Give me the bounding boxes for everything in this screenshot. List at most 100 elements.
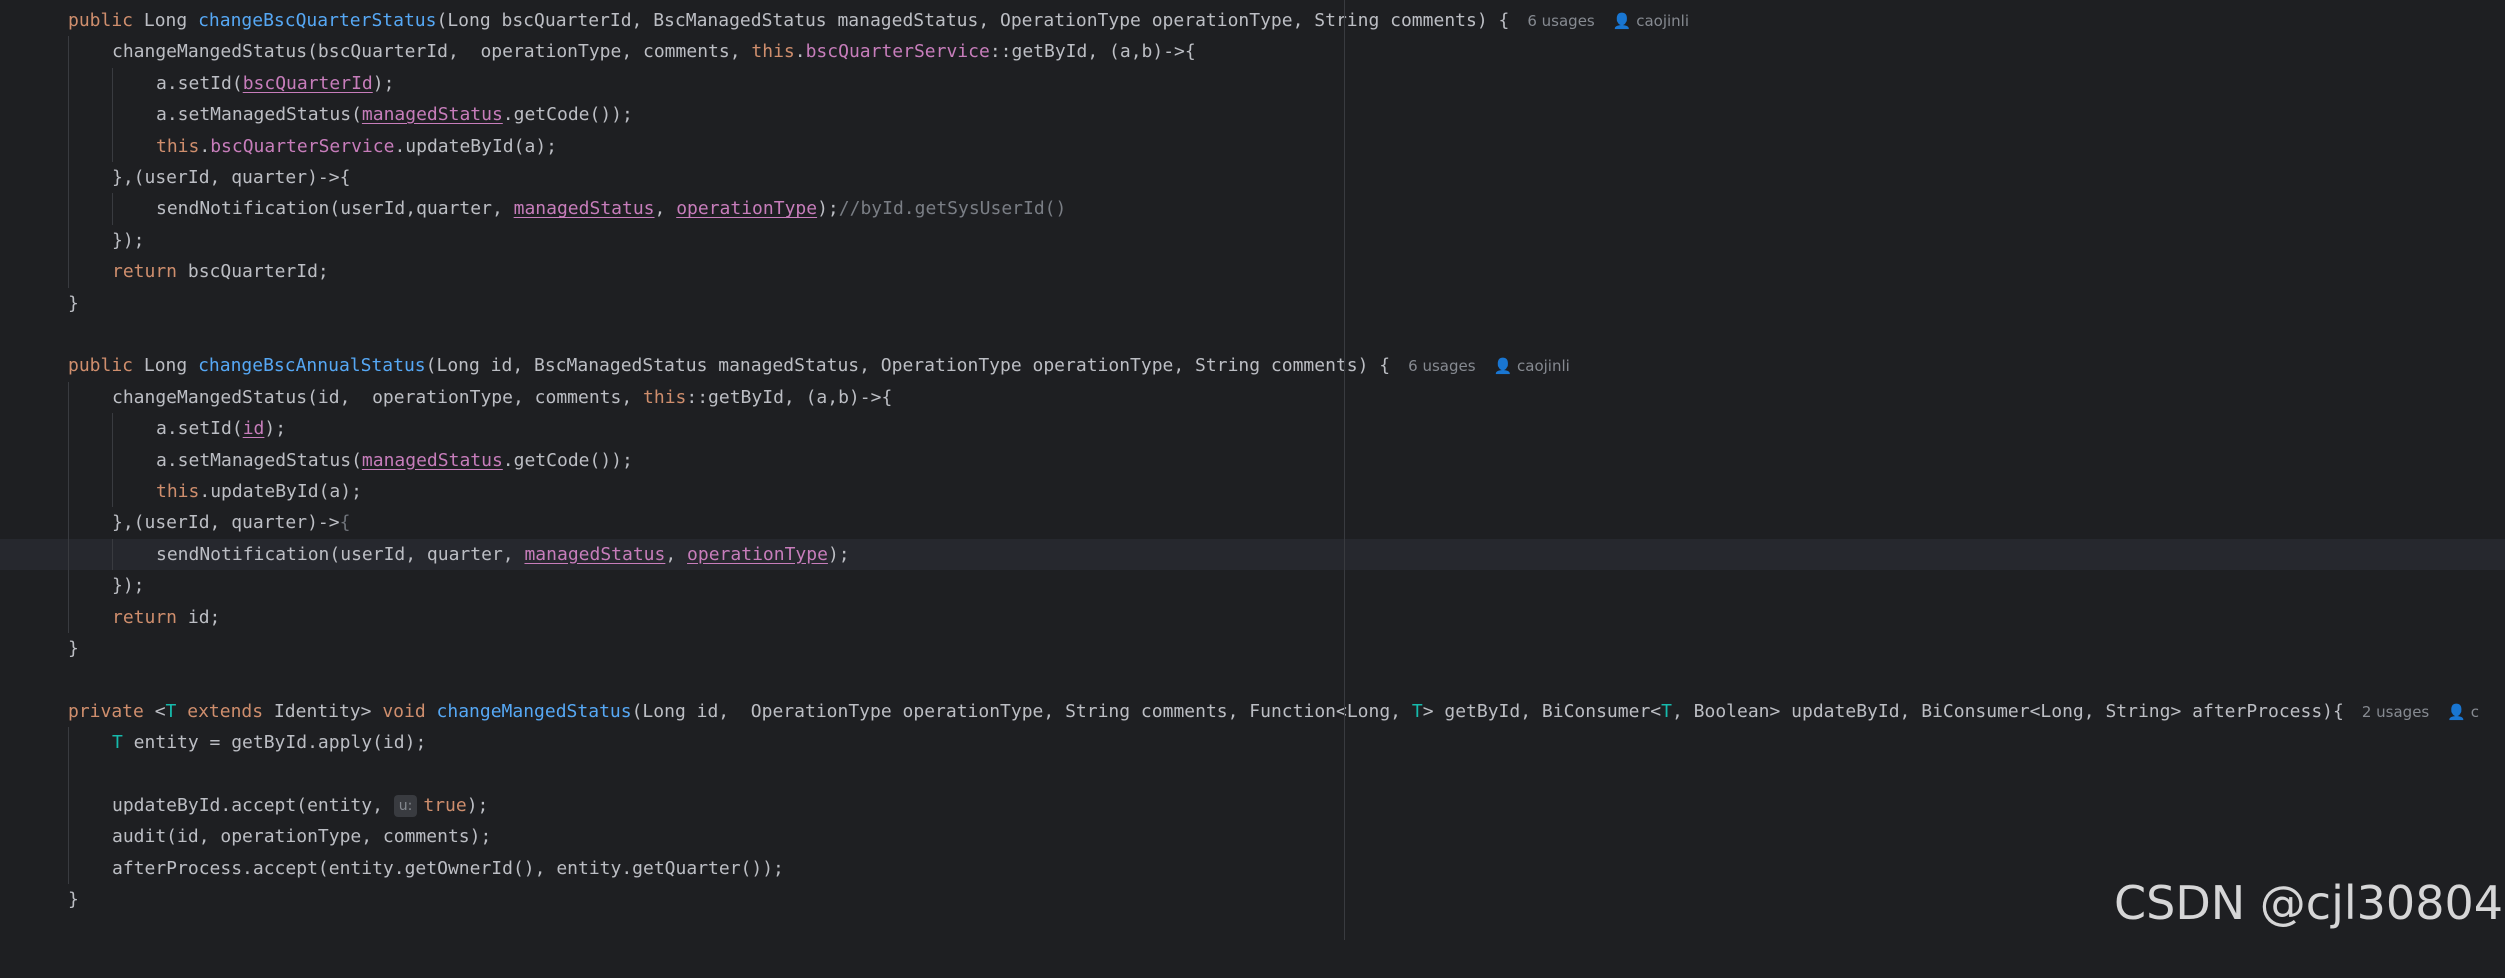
code-text: (Long id, OperationType operationType, S… xyxy=(631,700,1412,722)
code-text: (Long bscQuarterId, BscManagedStatus man… xyxy=(436,10,1510,31)
code-text: ); xyxy=(466,795,489,816)
indent-guide xyxy=(68,727,69,759)
param-ref: bscQuarterId xyxy=(242,72,373,94)
code-editor[interactable]: public Long changeBscQuarterStatus(Long … xyxy=(0,0,2505,940)
indent-guide xyxy=(112,444,113,476)
method-name: changeBscQuarterStatus xyxy=(198,10,437,31)
indent-guide xyxy=(112,538,113,571)
author-hint[interactable]: c xyxy=(2471,703,2479,721)
indent-guide xyxy=(68,67,69,100)
keyword: private xyxy=(68,700,144,722)
code-line[interactable]: a.setId(bscQuarterId); xyxy=(0,67,2505,100)
param-ref: managedStatus xyxy=(361,449,503,471)
code-line[interactable]: return bscQuarterId; xyxy=(0,256,2505,288)
code-text: id; xyxy=(177,606,221,628)
code-text: a.setManagedStatus( xyxy=(156,104,362,126)
usages-hint[interactable]: 6 usages 👤 caojinli xyxy=(1408,357,1570,375)
indent-guide xyxy=(112,476,113,508)
code-text: }); xyxy=(112,575,145,597)
code-text: a.setId( xyxy=(156,72,243,94)
indent-guide xyxy=(112,67,113,100)
code-text: , Boolean> updateById, BiConsumer<Long, … xyxy=(1671,700,2344,722)
code-line[interactable]: changeMangedStatus(bscQuarterId, operati… xyxy=(0,36,2505,68)
code-line[interactable]: },(userId, quarter)->{ xyxy=(0,507,2505,539)
code-text: changeMangedStatus(bscQuarterId, operati… xyxy=(112,41,752,63)
code-line[interactable]: this.updateById(a); xyxy=(0,476,2505,508)
keyword: extends xyxy=(187,700,264,722)
author-hint[interactable]: caojinli xyxy=(1636,12,1689,30)
param-ref: managedStatus xyxy=(524,543,666,565)
person-icon: 👤 xyxy=(1493,357,1513,376)
code-line[interactable]: },(userId, quarter)->{ xyxy=(0,162,2505,194)
usages-hint[interactable]: 2 usages 👤 c xyxy=(2362,703,2479,721)
type-param: T xyxy=(112,732,123,754)
code-line[interactable]: }); xyxy=(0,224,2505,257)
keyword: void xyxy=(382,700,426,722)
code-line[interactable]: private <T extends Identity> void change… xyxy=(0,696,2505,727)
param-ref: managedStatus xyxy=(361,104,503,126)
indent-guide xyxy=(68,413,69,445)
type-param: T xyxy=(1411,700,1423,722)
code-line[interactable]: public Long changeBscQuarterStatus(Long … xyxy=(0,5,2505,36)
keyword: public xyxy=(68,355,134,377)
code-text: },(userId, quarter)-> xyxy=(112,512,340,534)
code-text: ); xyxy=(372,72,395,94)
code-line[interactable]: this.bscQuarterService.updateById(a); xyxy=(0,130,2505,162)
parameter-hint: u: xyxy=(393,795,418,817)
code-text: } xyxy=(68,638,79,659)
person-icon: 👤 xyxy=(2447,702,2466,721)
code-text: .getCode()); xyxy=(502,449,633,471)
code-line[interactable]: public Long changeBscAnnualStatus(Long i… xyxy=(0,350,2505,381)
code-line-current[interactable]: sendNotification(userId, quarter, manage… xyxy=(0,538,2505,571)
code-text: . xyxy=(199,135,211,157)
indent-guide xyxy=(68,570,69,602)
code-text: { xyxy=(339,512,351,534)
param-ref: operationType xyxy=(687,543,828,565)
code-text: Identity> xyxy=(263,700,383,722)
indent-guide xyxy=(68,444,69,476)
code-text: Long xyxy=(133,355,199,377)
code-line[interactable]: }); xyxy=(0,570,2505,602)
indent-guide xyxy=(68,256,69,288)
code-text: ::getById, (a,b)->{ xyxy=(989,41,1196,63)
field-ref: bscQuarterService xyxy=(210,135,395,157)
person-icon: 👤 xyxy=(1612,12,1632,30)
indent-guide xyxy=(68,476,69,508)
indent-guide xyxy=(68,538,69,571)
code-text: } xyxy=(68,292,79,314)
indent-guide xyxy=(68,224,69,257)
right-margin-guide xyxy=(1344,0,1345,940)
field-ref: bscQuarterService xyxy=(805,41,990,63)
indent-guide xyxy=(68,852,69,885)
code-text: sendNotification(userId,quarter, xyxy=(156,198,514,220)
usages-hint[interactable]: 6 usages 👤 caojinli xyxy=(1527,12,1689,30)
param-ref: operationType xyxy=(676,198,818,220)
code-line[interactable]: } xyxy=(0,633,2505,664)
code-line[interactable]: updateById.accept(entity, u: true); xyxy=(0,790,2505,822)
code-line[interactable]: changeMangedStatus(id, operationType, co… xyxy=(0,381,2505,414)
code-line[interactable]: return id; xyxy=(0,601,2505,633)
keyword: return xyxy=(112,606,178,628)
code-text: a.setId( xyxy=(156,418,243,440)
indent-guide xyxy=(68,193,69,225)
author-hint[interactable]: caojinli xyxy=(1517,357,1570,375)
code-line[interactable]: a.setManagedStatus(managedStatus.getCode… xyxy=(0,99,2505,131)
indent-guide xyxy=(112,130,113,162)
keyword: true xyxy=(423,795,467,816)
code-text: ::getById, (a,b)->{ xyxy=(686,386,893,408)
code-line[interactable]: } xyxy=(0,288,2505,319)
keyword: this xyxy=(156,481,200,502)
method-name: changeMangedStatus xyxy=(436,700,632,722)
code-line[interactable] xyxy=(0,758,2505,790)
code-line[interactable]: a.setManagedStatus(managedStatus.getCode… xyxy=(0,444,2505,476)
code-line[interactable]: sendNotification(userId,quarter, managed… xyxy=(0,193,2505,225)
indent-guide xyxy=(68,130,69,162)
code-line[interactable]: audit(id, operationType, comments); xyxy=(0,821,2505,853)
code-text: afterProcess.accept(entity.getOwnerId(),… xyxy=(112,857,784,879)
code-text: ); xyxy=(264,418,287,440)
comment: //byId.getSysUserId() xyxy=(838,198,1067,220)
indent-guide xyxy=(68,99,69,131)
code-line[interactable]: a.setId(id); xyxy=(0,413,2505,445)
code-line[interactable]: T entity = getById.apply(id); xyxy=(0,727,2505,759)
